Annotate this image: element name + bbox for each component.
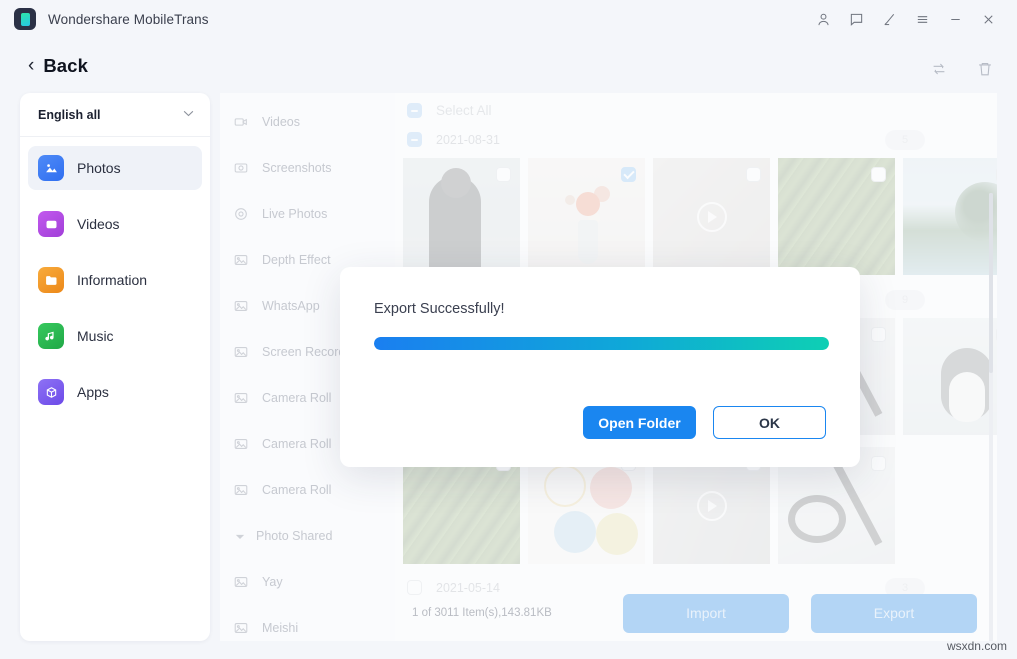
progress-bar-fill xyxy=(374,337,829,350)
ok-button[interactable]: OK xyxy=(713,406,826,439)
export-success-dialog: Export Successfully! Open Folder OK xyxy=(340,267,860,467)
watermark: wsxdn.com xyxy=(947,639,1007,653)
dialog-title: Export Successfully! xyxy=(374,301,827,317)
open-folder-button[interactable]: Open Folder xyxy=(583,406,696,439)
dialog-actions: Open Folder OK xyxy=(583,406,826,439)
progress-bar-track xyxy=(374,337,829,350)
